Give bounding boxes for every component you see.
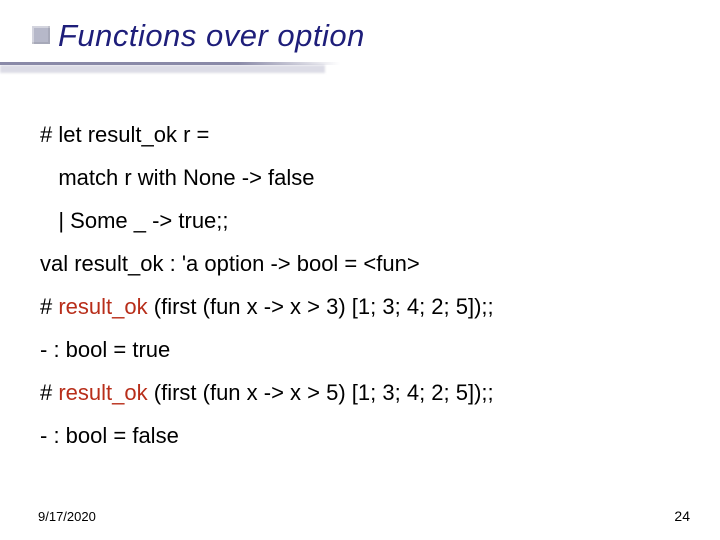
code-line-5: # result_ok (first (fun x -> x > 3) [1; … <box>40 296 680 318</box>
code-highlight: result_ok <box>58 294 147 319</box>
slide-footer: 9/17/2020 24 <box>38 508 690 524</box>
code-line-3: | Some _ -> true;; <box>40 210 680 232</box>
slide-content: # let result_ok r = match r with None ->… <box>0 76 720 447</box>
code-prompt: # <box>40 380 58 405</box>
slide-title: Functions over option <box>58 18 720 54</box>
code-prompt: # <box>40 294 58 319</box>
code-rest: (first (fun x -> x > 5) [1; 3; 4; 2; 5])… <box>148 380 494 405</box>
slide-title-area: Functions over option <box>0 0 720 76</box>
code-line-2: match r with None -> false <box>40 167 680 189</box>
code-rest: (first (fun x -> x > 3) [1; 3; 4; 2; 5])… <box>148 294 494 319</box>
code-line-7: # result_ok (first (fun x -> x > 5) [1; … <box>40 382 680 404</box>
code-highlight: result_ok <box>58 380 147 405</box>
title-underline <box>0 62 340 65</box>
title-bullet-icon <box>32 26 50 44</box>
code-line-6: - : bool = true <box>40 339 680 361</box>
title-underline-shadow <box>0 65 325 73</box>
code-line-1: # let result_ok r = <box>40 124 680 146</box>
code-line-8: - : bool = false <box>40 425 680 447</box>
footer-page-number: 24 <box>674 508 690 524</box>
footer-date: 9/17/2020 <box>38 509 96 524</box>
code-line-4: val result_ok : 'a option -> bool = <fun… <box>40 253 680 275</box>
